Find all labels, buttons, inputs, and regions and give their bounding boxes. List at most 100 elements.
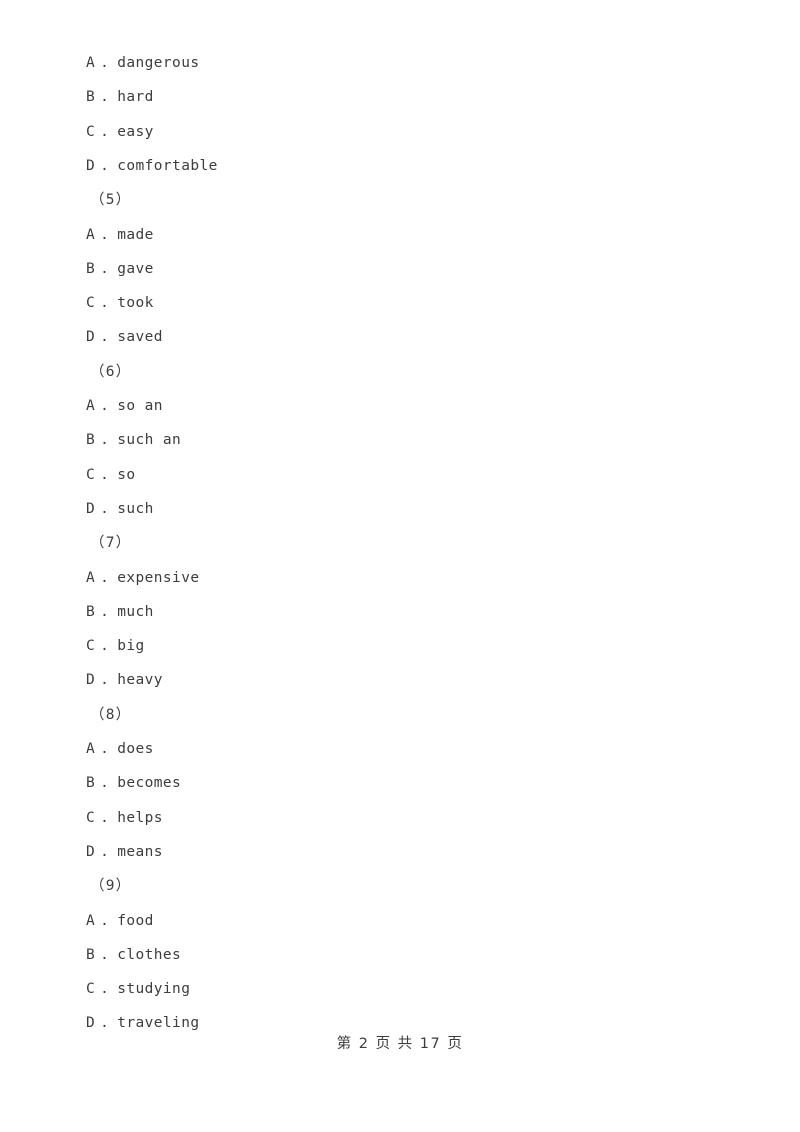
- option-separator: .: [100, 432, 110, 449]
- option-row[interactable]: A. food: [0, 908, 800, 934]
- option-row[interactable]: C. big: [0, 633, 800, 659]
- option-separator: .: [100, 603, 110, 620]
- option-letter: A: [86, 912, 96, 929]
- option-row[interactable]: B. gave: [0, 256, 800, 282]
- option-text: such: [117, 500, 154, 517]
- option-letter: C: [86, 123, 96, 140]
- option-letter: B: [86, 432, 96, 449]
- option-letter: D: [86, 157, 96, 174]
- option-separator: .: [100, 123, 110, 140]
- option-letter: B: [86, 775, 96, 792]
- option-row[interactable]: B. such an: [0, 427, 800, 453]
- option-letter: C: [86, 295, 96, 312]
- option-letter: B: [86, 946, 96, 963]
- option-letter: B: [86, 603, 96, 620]
- option-row[interactable]: D. comfortable: [0, 153, 800, 179]
- option-separator: .: [100, 89, 110, 106]
- option-separator: .: [100, 55, 110, 71]
- option-separator: .: [100, 809, 110, 826]
- option-text: big: [117, 638, 145, 655]
- option-text: made: [117, 226, 154, 243]
- option-text: studying: [117, 981, 191, 998]
- option-letter: B: [86, 260, 96, 277]
- option-letter: A: [86, 55, 96, 71]
- option-letter: A: [86, 398, 96, 414]
- question-number: （9）: [90, 878, 132, 895]
- option-text: gave: [117, 260, 154, 277]
- question-number: （7）: [90, 535, 132, 552]
- question-number-row: （5）: [0, 187, 800, 213]
- document-page: A. dangerous B. hard C. easy D. comfortable （5） A…: [0, 0, 800, 1132]
- option-text: such an: [117, 432, 182, 449]
- option-row[interactable]: B. becomes: [0, 770, 800, 796]
- option-separator: .: [100, 775, 110, 792]
- option-letter: D: [86, 672, 96, 689]
- option-text: heavy: [117, 672, 163, 689]
- option-row[interactable]: A. expensive: [0, 565, 800, 591]
- option-separator: .: [100, 500, 110, 517]
- option-text: does: [117, 741, 154, 757]
- option-separator: .: [100, 329, 110, 346]
- option-separator: .: [100, 398, 110, 414]
- option-letter: A: [86, 741, 96, 757]
- option-text: helps: [117, 809, 163, 826]
- option-separator: .: [100, 741, 110, 757]
- option-letter: D: [86, 843, 96, 860]
- option-letter: C: [86, 466, 96, 483]
- option-text: saved: [117, 329, 163, 346]
- option-text: food: [117, 912, 154, 929]
- option-letter: A: [86, 569, 96, 586]
- option-row[interactable]: A. made: [0, 222, 800, 248]
- option-text: comfortable: [117, 157, 218, 174]
- question-number: （8）: [90, 706, 132, 723]
- option-letter: B: [86, 89, 96, 106]
- question-number-row: （6）: [0, 359, 800, 385]
- question-number-row: （7）: [0, 530, 800, 556]
- option-row[interactable]: A. does: [0, 736, 800, 762]
- option-letter: D: [86, 329, 96, 346]
- option-row[interactable]: D. such: [0, 496, 800, 522]
- option-separator: .: [100, 157, 110, 174]
- option-text: so an: [117, 398, 163, 414]
- option-text: took: [117, 295, 154, 312]
- option-row[interactable]: D. means: [0, 839, 800, 865]
- option-separator: .: [100, 260, 110, 277]
- option-row[interactable]: B. much: [0, 599, 800, 625]
- option-row[interactable]: B. hard: [0, 84, 800, 110]
- option-separator: .: [100, 981, 110, 998]
- option-row[interactable]: C. so: [0, 462, 800, 488]
- option-row[interactable]: A. dangerous: [0, 50, 800, 76]
- option-text: hard: [117, 89, 154, 106]
- option-row[interactable]: A. so an: [0, 393, 800, 419]
- option-text: much: [117, 603, 154, 620]
- question-number-row: （8）: [0, 702, 800, 728]
- option-separator: .: [100, 466, 110, 483]
- option-letter: D: [86, 500, 96, 517]
- option-text: so: [117, 466, 136, 483]
- option-separator: .: [100, 672, 110, 689]
- option-text: becomes: [117, 775, 182, 792]
- option-letter: C: [86, 638, 96, 655]
- option-separator: .: [100, 295, 110, 312]
- option-row[interactable]: C. took: [0, 290, 800, 316]
- option-text: expensive: [117, 569, 200, 586]
- option-separator: .: [100, 912, 110, 929]
- option-row[interactable]: C. easy: [0, 119, 800, 145]
- option-text: clothes: [117, 946, 182, 963]
- option-separator: .: [100, 226, 110, 243]
- option-separator: .: [100, 569, 110, 586]
- option-letter: C: [86, 981, 96, 998]
- option-separator: .: [100, 946, 110, 963]
- question-number: （6）: [90, 363, 132, 380]
- option-text: dangerous: [117, 55, 200, 71]
- option-letter: A: [86, 226, 96, 243]
- option-row[interactable]: D. heavy: [0, 667, 800, 693]
- option-row[interactable]: D. saved: [0, 324, 800, 350]
- option-row[interactable]: B. clothes: [0, 942, 800, 968]
- option-text: easy: [117, 123, 154, 140]
- option-row[interactable]: C. studying: [0, 976, 800, 1002]
- question-number: （5）: [90, 192, 132, 209]
- option-text: means: [117, 843, 163, 860]
- option-separator: .: [100, 843, 110, 860]
- option-row[interactable]: C. helps: [0, 805, 800, 831]
